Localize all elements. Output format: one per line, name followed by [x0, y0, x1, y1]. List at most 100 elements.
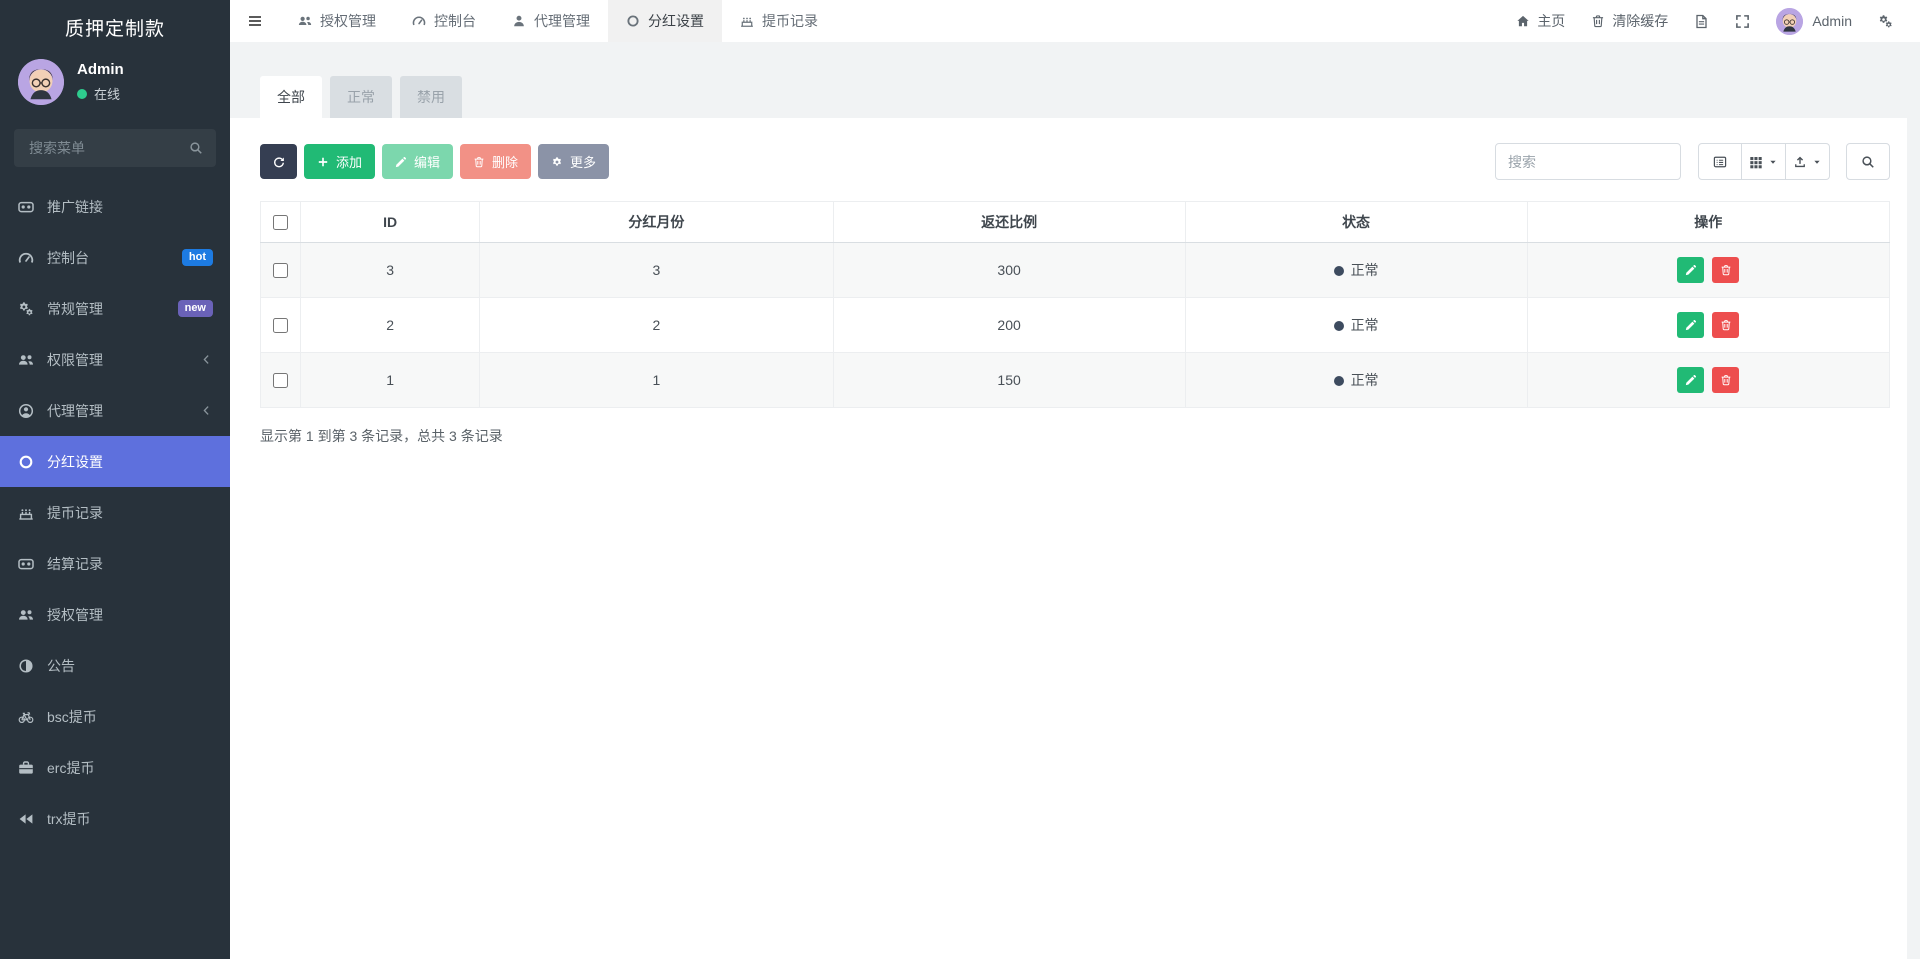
table-row: 2 2 200 正常 [261, 298, 1890, 353]
clear-cache-label: 清除缓存 [1612, 11, 1668, 31]
topbar-tab[interactable]: 分红设置 [608, 0, 722, 42]
export-button[interactable] [1786, 143, 1830, 180]
gears-icon [17, 301, 35, 317]
user-name: Admin [77, 61, 124, 78]
topbar: 授权管理 控制台 代理管理 分红设置 [230, 0, 1920, 42]
cogs-icon[interactable] [1865, 14, 1906, 29]
menu-badge: new [178, 300, 213, 317]
user-status: 在线 [77, 84, 124, 103]
trash-icon [1591, 14, 1605, 28]
delete-button[interactable]: 删除 [460, 144, 531, 179]
select-all-checkbox[interactable] [273, 215, 288, 230]
menu-toggle-button[interactable] [230, 0, 280, 42]
sidebar-item[interactable]: bsc提币 [0, 691, 230, 742]
filter-tab[interactable]: 正常 [330, 76, 392, 118]
edit-button[interactable]: 编辑 [382, 144, 453, 179]
search-toggle-button[interactable] [1846, 143, 1890, 180]
cell-month: 1 [480, 353, 833, 408]
sidebar-item[interactable]: 公告 [0, 640, 230, 691]
filter-tab[interactable]: 禁用 [400, 76, 462, 118]
table-search-input[interactable] [1495, 143, 1681, 180]
topbar-tab[interactable]: 授权管理 [280, 0, 394, 42]
row-checkbox[interactable] [273, 373, 288, 388]
clear-cache-link[interactable]: 清除缓存 [1578, 11, 1681, 31]
gear-icon [551, 156, 563, 168]
filter-tab[interactable]: 全部 [260, 76, 322, 118]
cell-status: 正常 [1185, 298, 1527, 353]
row-edit-button[interactable] [1677, 367, 1704, 393]
fullscreen-icon[interactable] [1722, 14, 1763, 29]
gauge-icon [412, 14, 426, 28]
avatar [18, 59, 64, 105]
pencil-icon [1685, 264, 1697, 276]
filter-tab-label: 禁用 [417, 87, 445, 107]
sidebar-item[interactable]: 常规管理 new [0, 283, 230, 334]
sidebar-item[interactable]: 分红设置 [0, 436, 230, 487]
pencil-icon [395, 156, 407, 168]
menu-search-input[interactable] [27, 139, 189, 157]
plus-icon [317, 156, 329, 168]
detail-view-button[interactable] [1698, 143, 1742, 180]
user-menu[interactable]: Admin [1763, 8, 1865, 35]
sidebar-item-label: trx提币 [47, 809, 91, 829]
home-icon [1516, 14, 1530, 28]
sidebar-item-label: 授权管理 [47, 605, 103, 625]
caret-down-icon [1768, 157, 1778, 167]
main-area: 授权管理 控制台 代理管理 分红设置 [230, 0, 1920, 959]
sidebar-item[interactable]: 控制台 hot [0, 232, 230, 283]
sidebar-item[interactable]: 代理管理 [0, 385, 230, 436]
row-delete-button[interactable] [1712, 257, 1739, 283]
sidebar-item[interactable]: 权限管理 [0, 334, 230, 385]
home-label: 主页 [1537, 11, 1565, 31]
card-icon [17, 556, 35, 572]
topbar-tab[interactable]: 提币记录 [722, 0, 836, 42]
trash-icon [1720, 264, 1732, 276]
topbar-right: 主页 清除缓存 Admin [1503, 0, 1920, 42]
topbar-tab[interactable]: 控制台 [394, 0, 494, 42]
more-label: 更多 [570, 152, 596, 171]
scrollbar[interactable] [1907, 42, 1920, 959]
row-edit-button[interactable] [1677, 312, 1704, 338]
row-checkbox[interactable] [273, 263, 288, 278]
add-button[interactable]: 添加 [304, 144, 375, 179]
adjust-icon [17, 658, 35, 674]
sidebar-item[interactable]: 结算记录 [0, 538, 230, 589]
sidebar-item-label: 代理管理 [47, 401, 103, 421]
sidebar-menu: 推广链接 控制台 hot 常规管理 new 权限管理 [0, 181, 230, 844]
list-alt-icon [1713, 155, 1727, 169]
document-icon[interactable] [1681, 14, 1722, 29]
home-link[interactable]: 主页 [1503, 11, 1578, 31]
sidebar-item[interactable]: 推广链接 [0, 181, 230, 232]
users-icon [17, 607, 35, 623]
filter-tab-label: 正常 [347, 87, 375, 107]
menu-search-box [14, 129, 216, 167]
topbar-tab[interactable]: 代理管理 [494, 0, 608, 42]
cell-id: 3 [301, 243, 480, 298]
delete-label: 删除 [492, 152, 518, 171]
column-header: 操作 [1527, 202, 1889, 243]
row-delete-button[interactable] [1712, 367, 1739, 393]
cell-month: 3 [480, 243, 833, 298]
sidebar-item-label: 公告 [47, 656, 75, 676]
topbar-username: Admin [1812, 13, 1852, 29]
topbar-tab-label: 控制台 [434, 11, 476, 31]
table-row: 1 1 150 正常 [261, 353, 1890, 408]
sidebar-item[interactable]: 提币记录 [0, 487, 230, 538]
refresh-icon [273, 156, 285, 168]
topbar-tab-label: 授权管理 [320, 11, 376, 31]
columns-button[interactable] [1742, 143, 1786, 180]
sidebar-item[interactable]: 授权管理 [0, 589, 230, 640]
more-button[interactable]: 更多 [538, 144, 609, 179]
row-delete-button[interactable] [1712, 312, 1739, 338]
cell-actions [1527, 353, 1889, 408]
caret-down-icon [1812, 157, 1822, 167]
refresh-button[interactable] [260, 144, 297, 179]
cell-status: 正常 [1185, 243, 1527, 298]
topbar-tabs: 授权管理 控制台 代理管理 分红设置 [280, 0, 836, 42]
row-edit-button[interactable] [1677, 257, 1704, 283]
row-checkbox[interactable] [273, 318, 288, 333]
status-label: 正常 [1351, 317, 1379, 333]
users-icon [298, 14, 312, 28]
sidebar-item[interactable]: trx提币 [0, 793, 230, 844]
sidebar-item[interactable]: erc提币 [0, 742, 230, 793]
